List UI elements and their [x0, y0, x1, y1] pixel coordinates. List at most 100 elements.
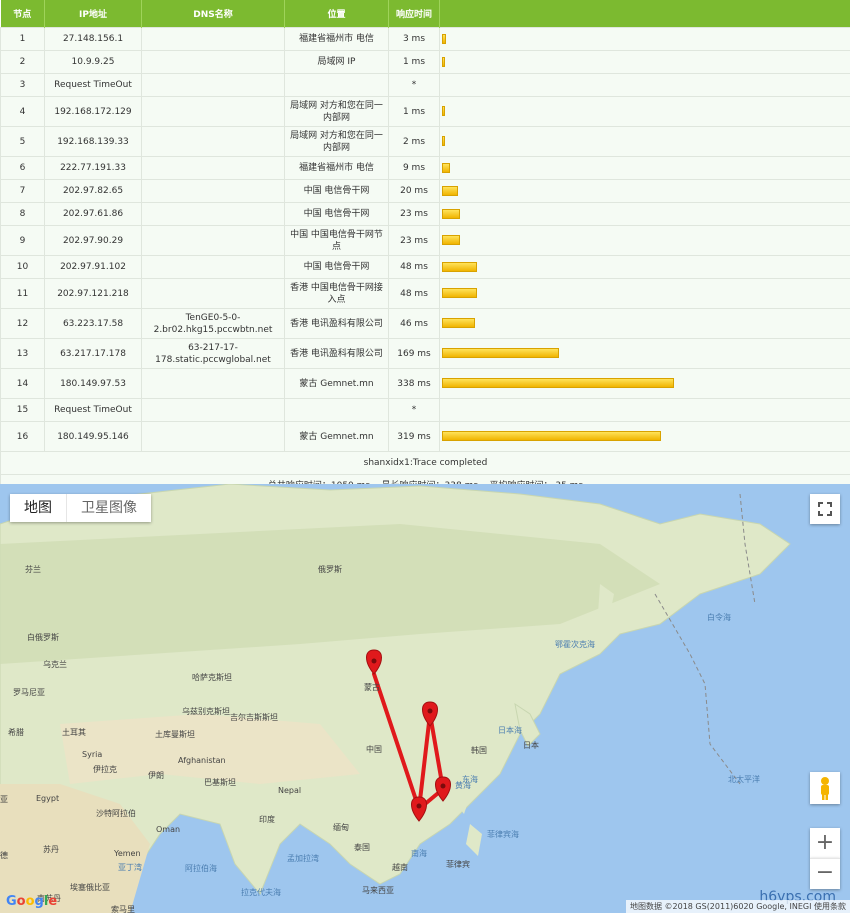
location-cell — [284, 398, 389, 422]
location-cell: 蒙古 Gemnet.mn — [284, 368, 389, 399]
location-cell: 局域网 对方和您在同一内部网 — [284, 126, 389, 157]
time-cell: 46 ms — [388, 308, 440, 339]
node-cell: 11 — [0, 278, 45, 309]
node-cell: 10 — [0, 255, 45, 279]
country-label: 日本 — [523, 741, 539, 750]
header-ip: IP地址 — [44, 0, 142, 28]
street-view-pegman[interactable] — [810, 772, 840, 804]
header-bar — [439, 0, 850, 28]
table-row: 8 202.97.61.86 中国 电信骨干网 23 ms — [0, 202, 850, 226]
time-cell: 1 ms — [388, 96, 440, 127]
dns-cell: TenGE0-5-0-2.br02.hkg15.pccwbtn.net — [141, 308, 285, 339]
location-cell: 中国 中国电信骨干网节点 — [284, 225, 389, 256]
country-label: 乌克兰 — [43, 660, 67, 669]
dns-cell — [141, 27, 285, 51]
ip-cell: 202.97.121.218 — [44, 278, 142, 309]
table-row: 6 222.77.191.33 福建省福州市 电信 9 ms — [0, 156, 850, 180]
dns-cell — [141, 278, 285, 309]
dns-cell — [141, 225, 285, 256]
node-cell: 8 — [0, 202, 45, 226]
ip-cell: 202.97.91.102 — [44, 255, 142, 279]
bar-cell — [439, 179, 850, 203]
node-cell: 2 — [0, 50, 45, 74]
node-cell: 13 — [0, 338, 45, 369]
bar-cell — [439, 96, 850, 127]
table-row: 14 180.149.97.53 蒙古 Gemnet.mn 338 ms — [0, 368, 850, 399]
map-button[interactable]: 地图 — [10, 494, 66, 522]
ip-cell: 10.9.9.25 — [44, 50, 142, 74]
sea-label: 白令海 — [707, 613, 731, 622]
header-node: 节点 — [0, 0, 45, 28]
country-label: Oman — [156, 825, 181, 834]
country-label: 缅甸 — [333, 823, 349, 832]
location-cell — [284, 73, 389, 97]
table-row: 11 202.97.121.218 香港 中国电信骨干网接入点 48 ms — [0, 278, 850, 309]
response-time-bar — [442, 431, 661, 441]
dns-cell: 63-217-17-178.static.pccwglobal.net — [141, 338, 285, 369]
dns-cell — [141, 126, 285, 157]
country-label: Syria — [82, 750, 103, 759]
zoom-out-button[interactable]: − — [810, 858, 840, 889]
dns-cell — [141, 179, 285, 203]
table-body: 1 27.148.156.1 福建省福州市 电信 3 ms 2 10.9.9.25 局域网 … — [0, 27, 850, 452]
map-attribution[interactable]: 地图数据 ©2018 GS(2011)6020 Google, INEGI 使用… — [625, 900, 850, 913]
google-logo[interactable]: Google — [6, 894, 57, 909]
response-time-bar — [442, 288, 477, 298]
time-cell: 2 ms — [388, 126, 440, 157]
table-row: 4 192.168.172.129 局域网 对方和您在同一内部网 1 ms — [0, 96, 850, 127]
time-cell: 3 ms — [388, 27, 440, 51]
ip-cell: 192.168.172.129 — [44, 96, 142, 127]
route-map[interactable]: 芬兰 俄罗斯 白俄罗斯 乌克兰 罗马尼亚 土耳其 希腊 Syria 伊拉克 伊朗 Afghanist… — [0, 484, 850, 913]
country-label: 吉尔吉斯斯坦 — [230, 713, 278, 722]
country-label: 哈萨克斯坦 — [192, 673, 232, 682]
node-cell: 6 — [0, 156, 45, 180]
dns-cell — [141, 96, 285, 127]
time-cell: 1 ms — [388, 50, 440, 74]
table-row: 5 192.168.139.33 局域网 对方和您在同一内部网 2 ms — [0, 126, 850, 157]
time-cell: 169 ms — [388, 338, 440, 369]
bar-cell — [439, 338, 850, 369]
country-label: 白俄罗斯 — [27, 633, 59, 642]
ip-cell: Request TimeOut — [44, 73, 142, 97]
ip-cell: 27.148.156.1 — [44, 27, 142, 51]
trace-completed-message: shanxidx1:Trace completed — [0, 451, 850, 475]
fullscreen-button[interactable] — [810, 494, 840, 524]
table-row: 7 202.97.82.65 中国 电信骨干网 20 ms — [0, 179, 850, 203]
location-cell: 中国 电信骨干网 — [284, 179, 389, 203]
location-cell: 中国 电信骨干网 — [284, 255, 389, 279]
satellite-button[interactable]: 卫星图像 — [66, 494, 151, 522]
country-label: 泰国 — [354, 843, 370, 852]
location-cell: 香港 电讯盈科有限公司 — [284, 308, 389, 339]
country-label: 埃塞俄比亚 — [70, 883, 110, 892]
ip-cell: 180.149.97.53 — [44, 368, 142, 399]
table-row: 9 202.97.90.29 中国 中国电信骨干网节点 23 ms — [0, 225, 850, 256]
bar-cell — [439, 126, 850, 157]
time-cell: 319 ms — [388, 421, 440, 452]
zoom-in-button[interactable]: + — [810, 828, 840, 858]
location-cell: 中国 电信骨干网 — [284, 202, 389, 226]
location-cell: 局域网 对方和您在同一内部网 — [284, 96, 389, 127]
location-cell: 局域网 IP — [284, 50, 389, 74]
ip-cell: 202.97.61.86 — [44, 202, 142, 226]
response-time-bar — [442, 261, 477, 272]
country-label: 菲律宾 — [446, 860, 470, 869]
bar-cell — [439, 27, 850, 51]
node-cell: 1 — [0, 27, 45, 51]
response-time-bar — [442, 106, 445, 116]
location-cell: 蒙古 Gemnet.mn — [284, 421, 389, 452]
sea-label: 日本海 — [498, 726, 522, 735]
node-cell: 9 — [0, 225, 45, 256]
table-row: 2 10.9.9.25 局域网 IP 1 ms — [0, 50, 850, 74]
country-label: 俄罗斯 — [318, 565, 342, 574]
location-cell: 香港 电讯盈科有限公司 — [284, 338, 389, 369]
location-cell: 香港 中国电信骨干网接入点 — [284, 278, 389, 309]
map-type-control: 地图 卫星图像 — [10, 494, 151, 522]
node-cell: 16 — [0, 421, 45, 452]
table-row: 3 Request TimeOut * — [0, 73, 850, 97]
country-label: 沙特阿拉伯 — [96, 809, 136, 818]
country-label: Yemen — [114, 849, 141, 858]
table-row: 1 27.148.156.1 福建省福州市 电信 3 ms — [0, 27, 850, 51]
response-time-bar — [442, 318, 475, 328]
country-label: 苏丹 — [43, 845, 59, 854]
traceroute-table: 节点 IP地址 DNS名称 位置 响应时间 1 27.148.156.1 福建省福州… — [0, 0, 850, 498]
